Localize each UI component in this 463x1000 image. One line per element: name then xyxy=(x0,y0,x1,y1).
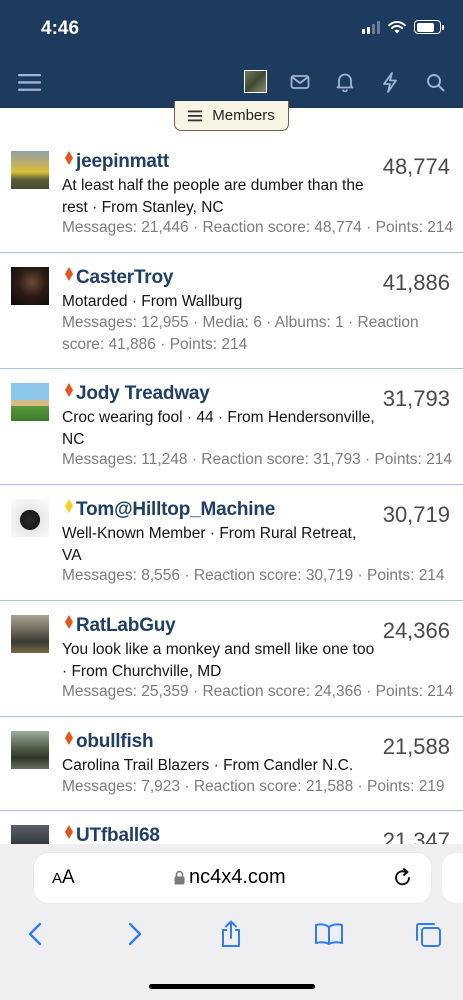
member-description: Carolina Trail Blazers · From Candler N.… xyxy=(62,757,354,774)
url-display[interactable]: nc4x4.com xyxy=(174,866,286,889)
hamburger-icon xyxy=(17,73,41,91)
members-tab[interactable]: Members xyxy=(174,101,289,131)
url-text: nc4x4.com xyxy=(189,866,286,888)
status-icons xyxy=(362,20,444,34)
share-icon xyxy=(222,920,240,947)
search-button[interactable] xyxy=(423,70,447,94)
member-stats: Messages: 8,556 · Reaction score: 30,719… xyxy=(62,567,445,584)
wifi-icon xyxy=(388,20,406,33)
member-row: Jody Treadway 31,793 Croc wearing fool ·… xyxy=(0,369,463,485)
tabs-icon xyxy=(416,923,441,947)
rank-diamond-icon xyxy=(65,151,73,165)
whats-new-button[interactable] xyxy=(378,70,402,94)
forward-button[interactable] xyxy=(120,919,150,949)
member-name[interactable]: Jody Treadway xyxy=(76,383,210,405)
member-stats: Messages: 25,359 · Reaction score: 24,36… xyxy=(62,683,454,700)
share-button[interactable] xyxy=(216,919,246,949)
member-stats: Messages: 11,248 · Reaction score: 31,79… xyxy=(62,451,453,468)
member-row: Tom@Hilltop_Machine 30,719 Well-Known Me… xyxy=(0,485,463,601)
status-time: 4:46 xyxy=(41,18,80,39)
member-description: You look like a monkey and smell like on… xyxy=(62,641,375,680)
member-score: 48,774 xyxy=(382,154,450,179)
member-name[interactable]: RatLabGuy xyxy=(76,615,176,637)
inbox-button[interactable] xyxy=(288,70,312,94)
member-score: 31,793 xyxy=(382,386,450,411)
reader-options-button[interactable]: AA xyxy=(52,867,75,889)
member-score: 21,588 xyxy=(382,734,450,759)
member-list: jeepinmatt 48,774 At least half the peop… xyxy=(0,137,463,871)
rank-diamond-icon xyxy=(65,499,73,513)
member-avatar[interactable] xyxy=(11,615,49,653)
member-name[interactable]: obullfish xyxy=(76,731,154,753)
mail-icon xyxy=(290,75,310,89)
battery-icon xyxy=(414,20,444,34)
bookmarks-button[interactable] xyxy=(314,919,344,949)
member-name[interactable]: jeepinmatt xyxy=(76,151,169,173)
search-icon xyxy=(426,73,444,91)
member-avatar[interactable] xyxy=(11,151,49,189)
member-avatar[interactable] xyxy=(11,499,49,537)
tabs-button[interactable] xyxy=(413,919,443,949)
member-row: RatLabGuy 24,366 You look like a monkey … xyxy=(0,601,463,717)
member-stats: Messages: 12,955 · Media: 6 · Albums: 1 … xyxy=(62,314,419,353)
member-stats: Messages: 7,923 · Reaction score: 21,588… xyxy=(62,778,445,795)
alerts-button[interactable] xyxy=(333,70,357,94)
member-avatar[interactable] xyxy=(11,731,49,769)
member-description: At least half the people are dumber than… xyxy=(62,177,364,216)
member-row: CasterTroy 41,886 Motarded · From Wallbu… xyxy=(0,253,463,369)
list-icon xyxy=(188,110,203,121)
bolt-icon xyxy=(383,71,397,93)
bookmarks-icon xyxy=(315,923,343,945)
top-bar: 4:46 xyxy=(0,0,463,108)
member-description: Croc wearing fool · 44 · From Hendersonv… xyxy=(62,409,375,448)
member-name[interactable]: Tom@Hilltop_Machine xyxy=(76,499,275,521)
rank-diamond-icon xyxy=(65,825,73,839)
member-description: Motarded · From Wallburg xyxy=(62,293,243,310)
bell-icon xyxy=(336,73,354,92)
rank-diamond-icon xyxy=(65,383,73,397)
member-row: obullfish 21,588 Carolina Trail Blazers … xyxy=(0,717,463,811)
back-button[interactable] xyxy=(20,919,50,949)
forward-icon xyxy=(128,922,142,946)
back-icon xyxy=(28,922,42,946)
member-avatar[interactable] xyxy=(11,267,49,305)
reload-icon[interactable] xyxy=(392,867,414,889)
browser-toolbar: AA nc4x4.com xyxy=(0,844,463,1000)
members-tab-label: Members xyxy=(212,107,275,124)
member-row: jeepinmatt 48,774 At least half the peop… xyxy=(0,137,463,253)
home-indicator[interactable] xyxy=(149,984,315,989)
rank-diamond-icon xyxy=(65,615,73,629)
menu-button[interactable] xyxy=(17,70,41,94)
member-score: 30,719 xyxy=(382,502,450,527)
member-score: 41,886 xyxy=(382,270,450,295)
rank-diamond-icon xyxy=(65,731,73,745)
member-name[interactable]: CasterTroy xyxy=(76,267,173,289)
member-score: 24,366 xyxy=(382,618,450,643)
cellular-signal-icon xyxy=(362,20,380,34)
member-description: Well-Known Member · From Rural Retreat, … xyxy=(62,525,357,564)
rank-diamond-icon xyxy=(65,267,73,281)
member-avatar[interactable] xyxy=(11,383,49,421)
member-stats: Messages: 21,446 · Reaction score: 48,77… xyxy=(62,219,454,236)
lock-icon xyxy=(174,870,185,885)
user-avatar[interactable] xyxy=(244,70,267,93)
address-bar[interactable]: AA nc4x4.com xyxy=(34,853,431,903)
next-tab-preview[interactable] xyxy=(442,853,463,903)
